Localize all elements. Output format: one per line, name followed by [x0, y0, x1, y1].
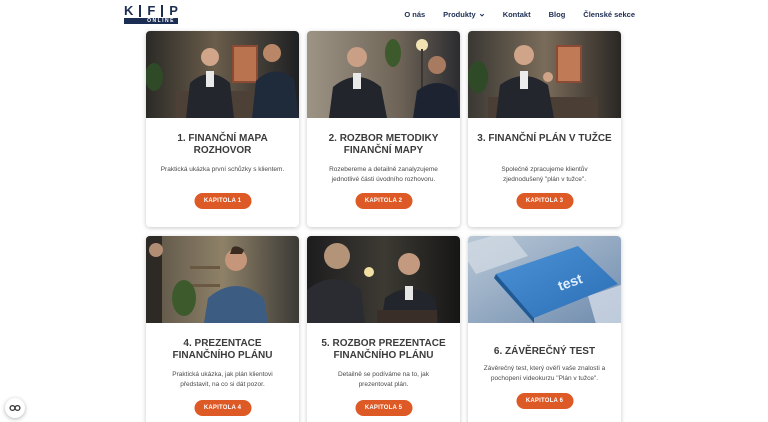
kfp-logo[interactable]: K F P ONLINE: [124, 3, 178, 24]
card-description: Společně zpracujeme klientův zjednodušen…: [501, 166, 588, 183]
card-title: 6. ZÁVĚREČNÝ TEST: [493, 346, 596, 357]
nav-label: O nás: [404, 10, 426, 19]
logo-letters: K F P: [124, 3, 178, 18]
chapter-card-3: 3. FINANČNÍ PLÁN V TUŽCE Společně zpracu…: [468, 31, 621, 227]
card-title: 3. FINANČNÍ PLÁN V TUŽCE: [477, 133, 612, 144]
card-description: Závěrečný test, který ověří vaše znalost…: [483, 365, 606, 382]
nav-item-produkty[interactable]: Produkty: [443, 10, 485, 19]
card-image-young-man-blue-shirt: [146, 236, 299, 323]
nav-label: Blog: [548, 10, 566, 19]
main-nav: O nás Produkty Kontakt Blog Členské sekc…: [404, 10, 635, 19]
card-description: Praktická ukázka, jak plán klientovi pře…: [172, 371, 273, 388]
nav-label: Produkty: [443, 10, 476, 19]
nav-item-clenske-sekce[interactable]: Členské sekce: [583, 10, 635, 19]
card-image-man-gesturing: [468, 31, 621, 118]
card-image-two-men-interview: [146, 31, 299, 118]
cookie-settings-button[interactable]: [5, 398, 25, 418]
kapitola-3-button[interactable]: KAPITOLA 3: [516, 193, 573, 209]
chapter-card-5: 5. ROZBOR PREZENTACE FINANČNÍHO PLÁNU De…: [307, 236, 460, 422]
nav-item-kontakt[interactable]: Kontakt: [503, 10, 531, 19]
card-description: Detailně se podíváme na to, jak prezento…: [337, 371, 430, 388]
cookie-settings-icon: [9, 404, 21, 412]
logo-letter-p: P: [169, 3, 178, 18]
card-title: 5. ROZBOR PREZENTACE FINANČNÍHO PLÁNU: [321, 338, 446, 361]
kapitola-6-button[interactable]: KAPITOLA 6: [516, 393, 573, 409]
chapter-card-4: 4. PREZENTACE FINANČNÍHO PLÁNU Praktická…: [146, 236, 299, 422]
nav-item-o-nas[interactable]: O nás: [404, 10, 425, 19]
card-image-two-men-night: [307, 236, 460, 323]
nav-label: Členské sekce: [583, 10, 635, 19]
nav-item-blog[interactable]: Blog: [549, 10, 566, 19]
nav-label: Kontakt: [502, 10, 531, 19]
kapitola-1-button[interactable]: KAPITOLA 1: [194, 193, 251, 209]
logo-subtitle: ONLINE: [124, 18, 178, 24]
kapitola-4-button[interactable]: KAPITOLA 4: [194, 400, 251, 416]
chapter-card-6: test 6. ZÁVĚREČNÝ TEST Závěrečný test, k…: [468, 236, 621, 422]
logo-letter-k: K: [124, 3, 134, 18]
card-description: Praktická ukázka první schůzky s kliente…: [160, 166, 285, 173]
card-title: 4. PREZENTACE FINANČNÍHO PLÁNU: [172, 338, 273, 361]
chevron-down-icon: [479, 13, 484, 17]
logo-letter-f: F: [147, 3, 156, 18]
card-title: 1. FINANČNÍ MAPA ROZHOVOR: [177, 133, 268, 156]
card-description: Rozebereme a detailně zanalyzujeme jedno…: [329, 166, 438, 183]
kapitola-5-button[interactable]: KAPITOLA 5: [355, 400, 412, 416]
card-image-two-men-talking: [307, 31, 460, 118]
card-title: 2. ROZBOR METODIKY FINANČNÍ MAPY: [328, 133, 439, 156]
kapitola-2-button[interactable]: KAPITOLA 2: [355, 193, 412, 209]
chapter-card-1: 1. FINANČNÍ MAPA ROZHOVOR Praktická ukáz…: [146, 31, 299, 227]
chapter-card-2: 2. ROZBOR METODIKY FINANČNÍ MAPY Rozeber…: [307, 31, 460, 227]
site-header: K F P ONLINE O nás Produkty Kontakt Blog…: [0, 0, 768, 30]
card-image-keyboard-test-key: test: [468, 236, 621, 323]
